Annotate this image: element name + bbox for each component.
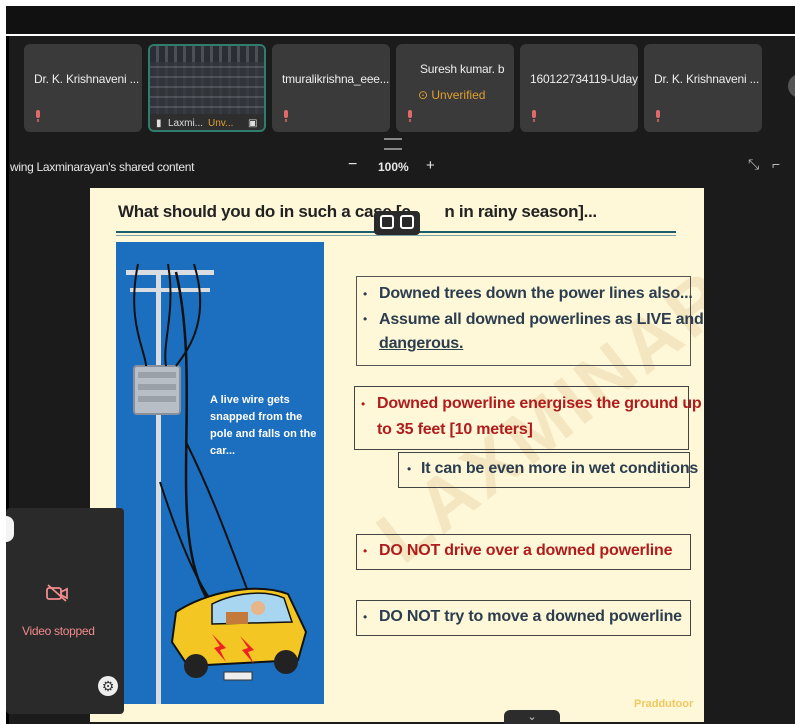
bullet-glyph: • [363, 287, 368, 301]
mic-off-icon [36, 110, 40, 122]
next-participants-button[interactable]: › [788, 74, 795, 98]
participant-strip: Dr. K. Krishnaveni ... ▮ Laxmi... Unv...… [24, 44, 795, 132]
warning-icon: ⊙ [418, 88, 432, 102]
title-underline-thin [116, 235, 676, 236]
meeting-window: Dr. K. Krishnaveni ... ▮ Laxmi... Unv...… [0, 0, 795, 724]
participant-name: 160122734119-Uday [530, 72, 638, 86]
participant-status: Unv... [208, 118, 234, 129]
slide-title-part2: n in rainy season]... [444, 202, 597, 221]
info-box-1: • Downed trees down the power lines also… [356, 276, 704, 366]
participant-tile-active-video[interactable]: ▮ Laxmi... Unv... ▣ [148, 44, 266, 132]
info-box-2: • Downed powerline energises the ground … [354, 386, 702, 450]
info-box-5: • DO NOT try to move a downed powerline [356, 600, 691, 636]
bullet-glyph: • [363, 610, 368, 624]
self-view-tile[interactable]: Video stopped ⚙ [6, 508, 124, 714]
chevron-down-icon: ⌄ [527, 711, 537, 723]
unverified-label: Unverified [431, 88, 486, 102]
shared-content-label: wing Laxminarayan's shared content [10, 160, 195, 174]
meeting-stage: Dr. K. Krishnaveni ... ▮ Laxmi... Unv...… [6, 36, 795, 724]
mic-off-icon [408, 110, 412, 122]
info-line: Assume all downed powerlines as LIVE and [379, 311, 704, 328]
illustration-drawing [116, 242, 324, 704]
participant-tile[interactable]: Dr. K. Krishnaveni ... [24, 44, 142, 132]
slide-watermark: LAXMINARAYAN [361, 188, 704, 579]
info-line: dangerous. [379, 335, 464, 352]
bullet-glyph: • [363, 544, 368, 558]
info-box-3: • It can be even more in wet conditions [398, 452, 698, 488]
pin-icon: ▮ [156, 118, 162, 129]
info-box-4: • DO NOT drive over a downed powerline [356, 534, 691, 570]
info-line: DO NOT try to move a downed powerline [379, 608, 682, 625]
drag-handle[interactable] [384, 138, 402, 150]
participant-status: ⊙ Unverified [418, 88, 485, 102]
gear-icon[interactable]: ⚙ [98, 676, 118, 696]
video-feed-keyboard [150, 62, 264, 116]
participant-tile[interactable]: Dr. K. Krishnaveni ... [644, 44, 762, 132]
slide-brand-mark: Praddutoor [634, 698, 694, 710]
participant-tile[interactable]: Suresh kumar. b ⊙ Unverified [396, 44, 514, 132]
participant-name: Suresh kumar. b [420, 62, 505, 76]
info-line: to 35 feet [10 meters] [377, 421, 533, 438]
participant-tile[interactable]: 160122734119-Uday [520, 44, 638, 132]
video-label: ▮ Laxmi... Unv... ▣ [150, 114, 264, 130]
participant-name: Laxmi... [168, 118, 204, 129]
bullet-glyph: • [363, 312, 368, 326]
collapse-button[interactable]: ⌄ [504, 710, 560, 724]
top-dark-band [6, 6, 795, 34]
power-line-illustration: A live wire gets snapped from the pole a… [116, 242, 324, 704]
mic-off-icon [532, 110, 536, 122]
info-line: DO NOT drive over a downed powerline [379, 542, 673, 559]
slide-title: What should you do in such a case [c n in… [118, 202, 597, 222]
video-stopped-label: Video stopped [22, 624, 95, 638]
zoom-out-button[interactable]: − [348, 156, 357, 174]
avatar-edge [6, 516, 14, 542]
popout-icon[interactable]: ⌐ [772, 156, 780, 172]
participant-name: Dr. K. Krishnaveni ... [34, 72, 139, 86]
info-line: Downed trees down the power lines also..… [379, 285, 693, 302]
fit-screen-icon[interactable] [380, 215, 394, 229]
bullet-glyph: • [361, 397, 366, 411]
illustration-caption: A live wire gets snapped from the pole a… [210, 394, 317, 457]
mic-off-icon [656, 110, 660, 122]
info-line: Downed powerline energises the ground up [377, 395, 702, 412]
shared-slide: LAXMINARAYAN What should you do in such … [90, 188, 704, 722]
fullscreen-icon[interactable] [400, 215, 414, 229]
camera-off-icon [46, 584, 68, 602]
slide-title-part1: What should you do in such a case [c [118, 202, 411, 221]
participant-name: Dr. K. Krishnaveni ... [654, 72, 759, 86]
participant-tile[interactable]: tmuralikrishna_eee... [272, 44, 390, 132]
share-toolbar: wing Laxminarayan's shared content − 100… [6, 154, 795, 180]
more-icon[interactable]: ▣ [248, 118, 257, 129]
zoom-in-button[interactable]: + [426, 157, 435, 174]
bullet-glyph: • [407, 462, 412, 476]
participant-name: tmuralikrishna_eee... [282, 72, 390, 86]
mic-off-icon [284, 110, 288, 122]
presentation-controls[interactable] [374, 211, 420, 235]
info-line: It can be even more in wet conditions [421, 460, 699, 477]
zoom-level: 100% [378, 160, 409, 174]
expand-icon[interactable]: ⤡ [748, 156, 759, 173]
